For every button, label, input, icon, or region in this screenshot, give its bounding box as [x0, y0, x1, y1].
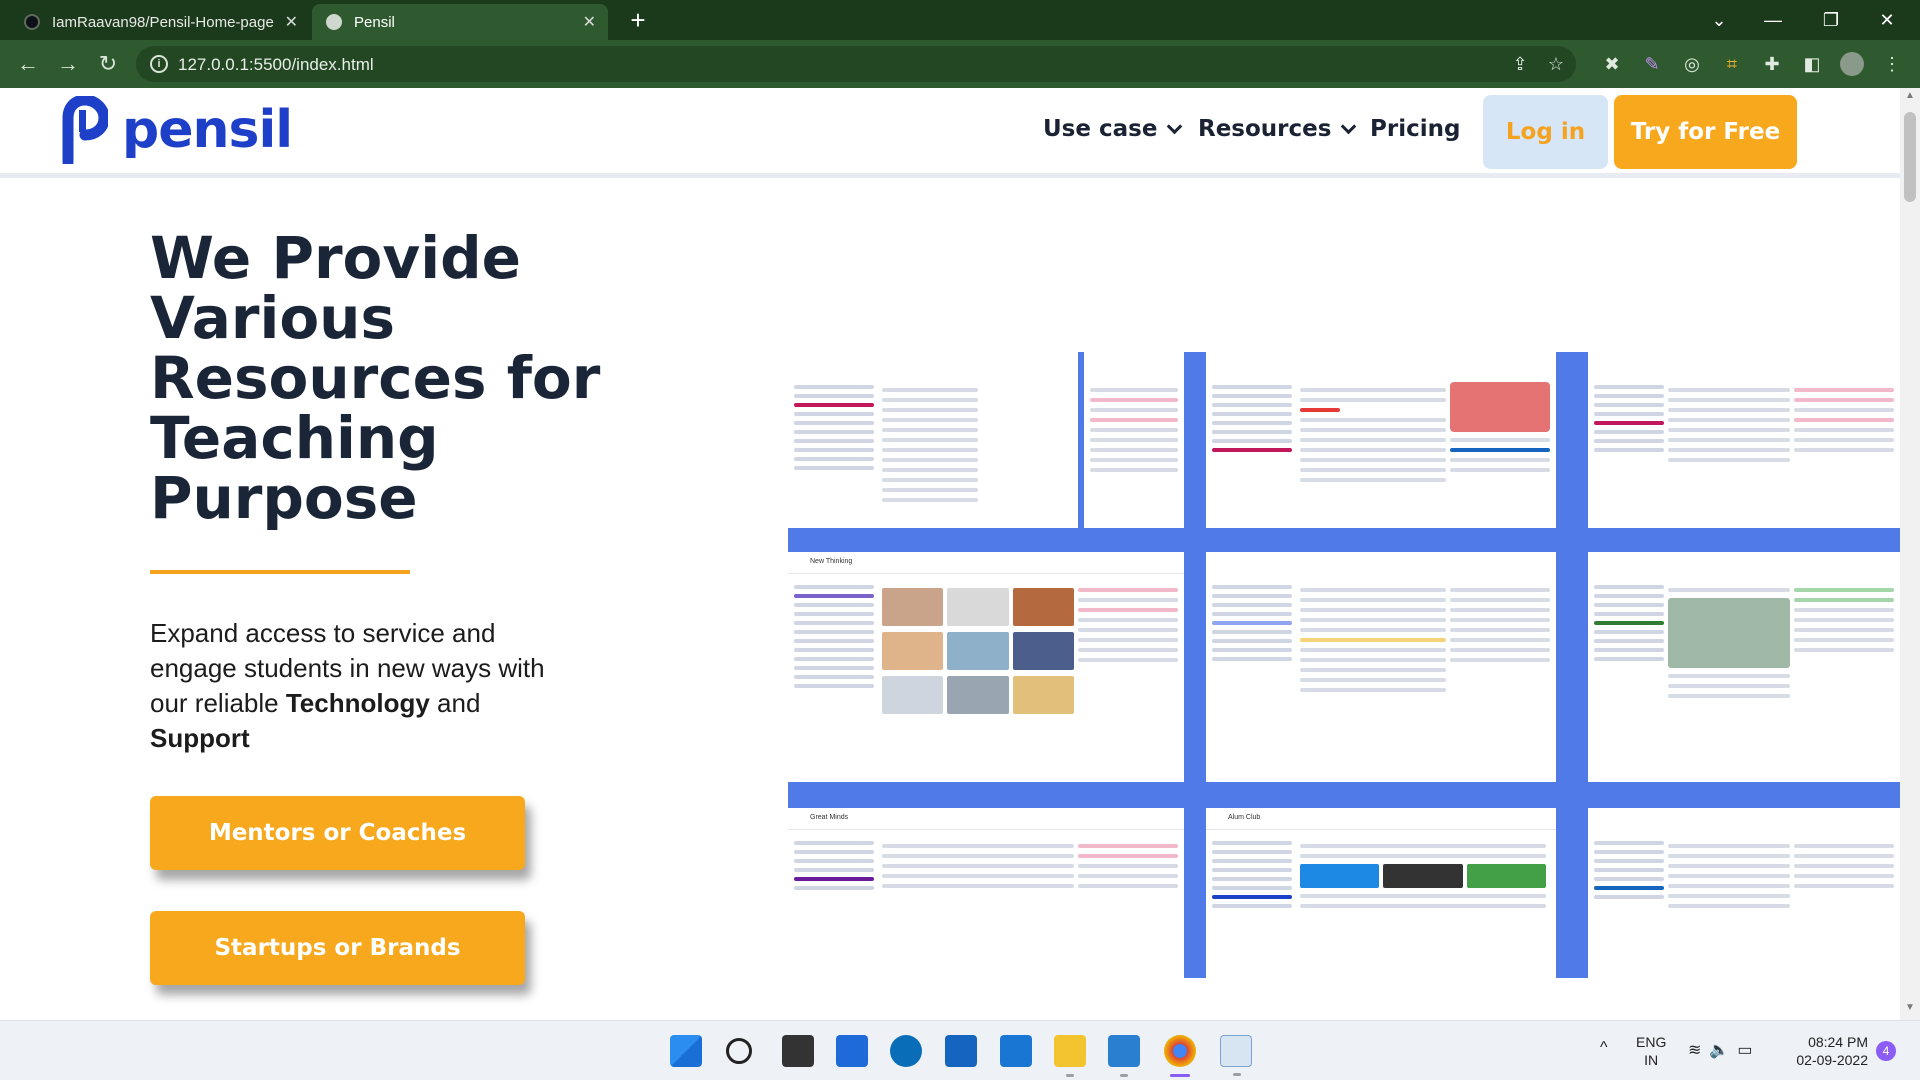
task-view-icon[interactable] — [782, 1035, 814, 1067]
nav-label: Use case — [1043, 116, 1158, 142]
extension-icon[interactable]: ✖ — [1600, 52, 1624, 76]
screen-thumbnail — [1206, 352, 1556, 528]
browser-tab-pensil[interactable]: Pensil ✕ — [312, 4, 608, 40]
battery-icon[interactable]: ▭ — [1737, 1042, 1760, 1059]
forward-button[interactable]: → — [52, 48, 84, 80]
hero-desc-text: and — [429, 688, 481, 718]
globe-icon — [326, 14, 342, 30]
chevron-down-icon — [1341, 118, 1357, 134]
tab-title: Pensil — [354, 13, 395, 31]
screen-thumbnail — [1588, 352, 1900, 528]
search-icon[interactable] — [726, 1038, 752, 1064]
tab-search-icon[interactable]: ⌄ — [1696, 0, 1742, 40]
pensil-logo[interactable]: pensil — [62, 96, 293, 164]
url-text[interactable]: 127.0.0.1:5500/index.html — [178, 55, 374, 75]
login-button[interactable]: Log in — [1483, 95, 1608, 169]
nav-resources[interactable]: Resources — [1198, 116, 1357, 142]
startups-brands-button[interactable]: Startups or Brands — [150, 911, 525, 985]
tray-overflow-icon[interactable]: ^ — [1600, 1039, 1608, 1057]
screen-label: New Thinking — [810, 558, 853, 565]
screen-thumbnail — [1588, 552, 1900, 782]
mentors-coaches-button[interactable]: Mentors or Coaches — [150, 796, 525, 870]
browser-toolbar: ← → ↻ i 127.0.0.1:5500/index.html ⇪ ☆ ✖ … — [0, 40, 1920, 88]
tab-title: IamRaavan98/Pensil-Home-page — [52, 13, 274, 31]
close-tab-icon[interactable]: ✕ — [285, 12, 298, 32]
nav-label: Resources — [1198, 116, 1332, 142]
screen-label: Great Minds — [810, 814, 849, 821]
screen-thumbnail — [1588, 808, 1900, 978]
file-explorer-icon[interactable] — [1054, 1035, 1086, 1077]
new-tab-button[interactable]: + — [624, 6, 652, 34]
extension-icon[interactable]: ✎ — [1640, 52, 1664, 76]
volume-icon[interactable]: 🔈 — [1709, 1042, 1737, 1059]
nav-use-case[interactable]: Use case — [1043, 116, 1183, 142]
input-language[interactable]: ENG IN — [1636, 1033, 1666, 1069]
reload-button[interactable]: ↻ — [92, 48, 124, 80]
start-button[interactable] — [670, 1035, 702, 1067]
resource-monitor-icon[interactable] — [1220, 1035, 1252, 1076]
compass-icon[interactable]: ◎ — [1680, 52, 1704, 76]
hero-desc-bold: Support — [150, 723, 250, 753]
screen-thumbnail — [1206, 552, 1556, 782]
screenshot-icon[interactable]: ⌗ — [1720, 52, 1744, 76]
minimize-button[interactable]: — — [1750, 0, 1796, 40]
chrome-icon[interactable] — [1164, 1035, 1196, 1077]
page-scrollbar[interactable]: ▲ ▼ — [1900, 88, 1920, 1020]
clock-date: 02-09-2022 — [1796, 1052, 1868, 1068]
logo-wordmark: pensil — [122, 100, 293, 160]
widgets-icon[interactable] — [836, 1035, 868, 1067]
close-window-button[interactable]: ✕ — [1864, 0, 1910, 40]
restore-button[interactable]: ❐ — [1808, 0, 1854, 40]
menu-kebab-icon[interactable]: ⋮ — [1880, 52, 1904, 76]
github-icon — [24, 14, 40, 30]
vscode-icon[interactable] — [1108, 1035, 1140, 1077]
screen-thumbnail: Great Minds — [788, 808, 1184, 978]
bookmark-star-icon[interactable]: ☆ — [1544, 52, 1568, 76]
dell-icon[interactable] — [890, 1035, 922, 1067]
clock-time: 08:24 PM — [1808, 1034, 1868, 1050]
side-panel-icon[interactable]: ◧ — [1800, 52, 1824, 76]
nav-pricing[interactable]: Pricing — [1370, 116, 1460, 142]
site-info-icon[interactable]: i — [150, 55, 168, 73]
browser-tab-strip: IamRaavan98/Pensil-Home-page ✕ Pensil ✕ … — [0, 0, 1920, 40]
system-tray-icons[interactable]: ≋🔈▭ — [1688, 1040, 1760, 1060]
system-clock[interactable]: 08:24 PM 02-09-2022 — [1784, 1033, 1868, 1069]
screen-thumbnail: Alum Club — [1206, 808, 1556, 978]
site-header: pensil Use case Resources Pricing Log in… — [0, 88, 1900, 178]
screen-thumbnail: New Thinking — [788, 552, 1184, 782]
profile-avatar[interactable] — [1840, 52, 1864, 76]
close-tab-icon[interactable]: ✕ — [583, 12, 596, 32]
scroll-up-icon[interactable]: ▲ — [1900, 90, 1920, 106]
puzzle-icon[interactable]: ✚ — [1760, 52, 1784, 76]
hero-desc-bold: Technology — [285, 688, 430, 718]
app-icon[interactable] — [945, 1035, 977, 1067]
product-screenshots-collage: New Thinking Great Minds Alum Club — [788, 352, 1900, 978]
notification-badge[interactable]: 4 — [1876, 1041, 1896, 1061]
screen-thumbnail — [788, 352, 1078, 528]
windows-taskbar: ^ ENG IN ≋🔈▭ 08:24 PM 02-09-2022 4 — [0, 1020, 1920, 1080]
browser-tab-github[interactable]: IamRaavan98/Pensil-Home-page ✕ — [10, 4, 310, 40]
try-for-free-button[interactable]: Try for Free — [1614, 95, 1797, 169]
hero-underline — [150, 570, 410, 574]
pensil-logo-icon — [62, 96, 108, 164]
screen-label: Alum Club — [1228, 814, 1261, 821]
chevron-down-icon — [1167, 118, 1183, 134]
wifi-icon[interactable]: ≋ — [1688, 1042, 1709, 1059]
back-button[interactable]: ← — [12, 48, 44, 80]
language-code: ENG — [1636, 1034, 1667, 1050]
screen-thumbnail — [1084, 352, 1184, 528]
scroll-thumb[interactable] — [1904, 112, 1916, 202]
nav-label: Pricing — [1370, 116, 1461, 142]
page-viewport: pensil Use case Resources Pricing Log in… — [0, 88, 1920, 1020]
hero-title: We Provide Various Resources for Teachin… — [150, 224, 601, 532]
share-icon[interactable]: ⇪ — [1508, 52, 1532, 76]
scroll-down-icon[interactable]: ▼ — [1900, 1002, 1920, 1018]
address-bar[interactable]: i 127.0.0.1:5500/index.html ⇪ ☆ — [136, 46, 1576, 82]
region-code: IN — [1644, 1052, 1659, 1068]
store-icon[interactable] — [1000, 1035, 1032, 1067]
hero-description: Expand access to service and engage stud… — [150, 616, 570, 756]
